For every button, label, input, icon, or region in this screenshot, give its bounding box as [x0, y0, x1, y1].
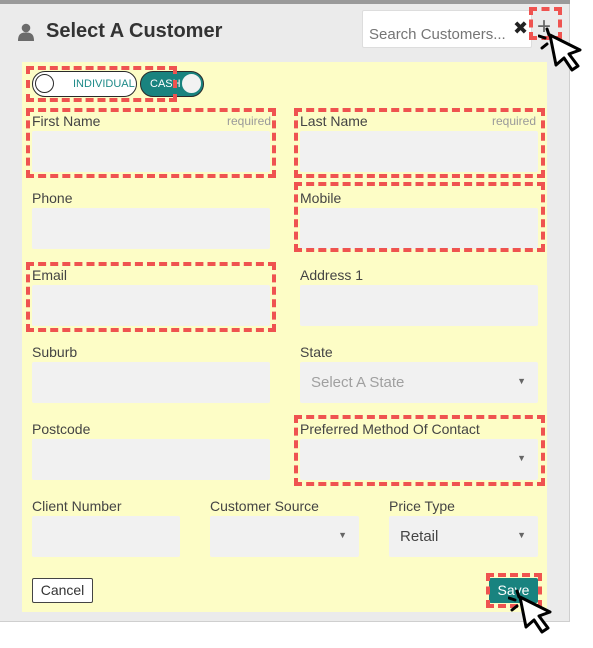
- state-placeholder: Select A State: [311, 374, 405, 391]
- mobile-field[interactable]: [300, 208, 538, 249]
- customer-source-select[interactable]: ▼: [210, 516, 359, 557]
- cash-label: CASH: [150, 78, 181, 90]
- search-input[interactable]: [362, 10, 532, 48]
- preferred-contact-label: Preferred Method Of Contact: [300, 421, 480, 437]
- toggle-knob: [35, 74, 54, 93]
- close-icon[interactable]: ✖: [513, 19, 528, 37]
- address1-label: Address 1: [300, 267, 364, 283]
- customer-source-label: Customer Source: [210, 498, 319, 514]
- price-type-select[interactable]: Retail ▼: [389, 516, 538, 557]
- first-name-field[interactable]: [32, 131, 270, 172]
- cancel-button[interactable]: Cancel: [32, 578, 93, 603]
- postcode-label: Postcode: [32, 421, 91, 437]
- price-type-label: Price Type: [389, 498, 455, 514]
- chevron-down-icon: ▼: [517, 376, 526, 386]
- client-number-label: Client Number: [32, 498, 122, 514]
- first-name-required: required: [227, 114, 272, 128]
- suburb-field[interactable]: [32, 362, 270, 403]
- page-title: Select A Customer: [46, 20, 223, 42]
- email-label: Email: [32, 267, 68, 283]
- chevron-down-icon: ▼: [517, 453, 526, 463]
- individual-toggle[interactable]: INDIVIDUAL: [32, 71, 137, 97]
- last-name-field[interactable]: [300, 131, 538, 172]
- save-button[interactable]: Save: [489, 578, 538, 603]
- toggle-knob: [182, 74, 201, 93]
- price-type-value: Retail: [400, 528, 439, 545]
- state-label: State: [300, 344, 333, 360]
- first-name-label: First Name: [32, 113, 101, 129]
- email-field[interactable]: [32, 285, 270, 326]
- individual-label: INDIVIDUAL: [73, 78, 135, 90]
- last-name-required: required: [492, 114, 537, 128]
- last-name-label: Last Name: [300, 113, 368, 129]
- chevron-down-icon: ▼: [517, 530, 526, 540]
- phone-label: Phone: [32, 190, 73, 206]
- chevron-down-icon: ▼: [338, 530, 347, 540]
- state-select[interactable]: Select A State ▼: [300, 362, 538, 403]
- user-icon: [18, 23, 34, 41]
- client-number-field[interactable]: [32, 516, 180, 557]
- preferred-contact-select[interactable]: ▼: [300, 439, 538, 480]
- phone-field[interactable]: [32, 208, 270, 249]
- cash-toggle[interactable]: CASH: [140, 71, 204, 97]
- plus-icon[interactable]: +: [537, 15, 551, 39]
- mobile-label: Mobile: [300, 190, 342, 206]
- postcode-field[interactable]: [32, 439, 270, 480]
- address1-field[interactable]: [300, 285, 538, 326]
- suburb-label: Suburb: [32, 344, 78, 360]
- header: Select A Customer ✖ +: [0, 4, 570, 56]
